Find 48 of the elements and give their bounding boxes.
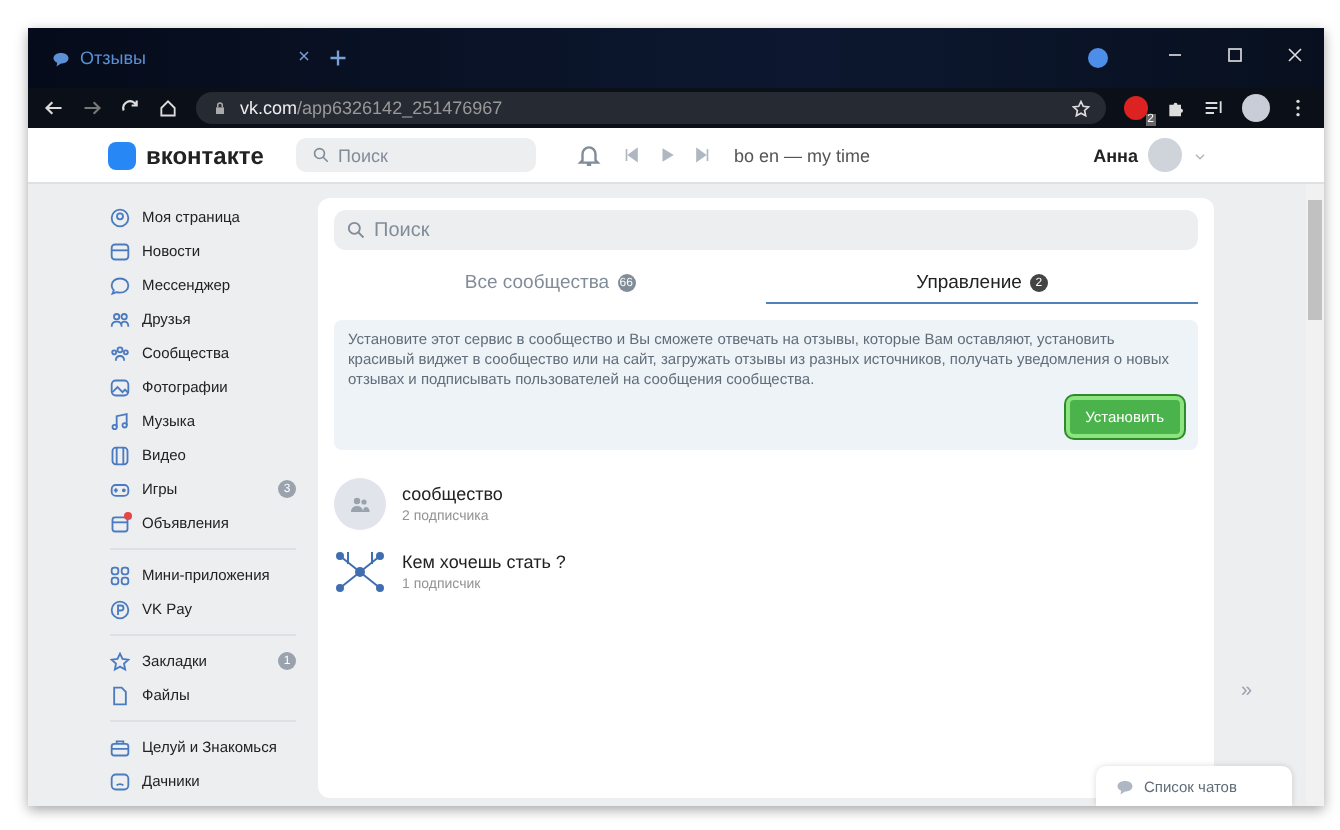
gamepad-icon	[110, 479, 130, 499]
speech-bubble-icon	[52, 49, 70, 67]
people-icon	[110, 309, 130, 329]
star-icon	[110, 651, 130, 671]
community-name[interactable]: сообщество	[402, 484, 503, 505]
scrollbar[interactable]	[1306, 184, 1324, 806]
profile-dot-icon[interactable]	[1088, 48, 1108, 68]
briefcase-icon	[110, 737, 130, 757]
play-icon	[658, 146, 676, 164]
home-icon	[158, 98, 178, 118]
maximize-icon	[1225, 46, 1243, 64]
back-icon	[44, 98, 64, 118]
new-tab-icon	[328, 48, 348, 68]
search-icon	[312, 146, 330, 164]
apps-grid-icon	[110, 565, 130, 585]
community-name[interactable]: Кем хочешь стать ?	[402, 552, 566, 573]
coin-icon	[110, 599, 130, 619]
logo-text[interactable]: вконтакте	[146, 141, 264, 169]
next-icon	[694, 146, 712, 164]
forward-icon	[82, 98, 102, 118]
previous-icon	[622, 146, 640, 164]
music-note-icon	[110, 411, 130, 431]
playlist-icon	[1204, 98, 1224, 118]
face-icon	[110, 771, 130, 791]
logo-icon[interactable]	[108, 141, 136, 169]
search-icon	[346, 220, 366, 240]
bookmark-star-icon	[1072, 99, 1090, 117]
address-bar[interactable]: vk.com/app6326142_251476967	[196, 92, 1106, 124]
close-tab-icon	[296, 48, 312, 64]
close-icon	[1285, 46, 1303, 64]
chat-bubble-icon	[110, 275, 130, 295]
film-icon	[110, 445, 130, 465]
track-title[interactable]: bo en — my time	[734, 145, 871, 165]
user-name[interactable]: Анна	[1093, 145, 1138, 165]
browser-tab[interactable]: Отзывы	[52, 46, 312, 70]
scrollbar-thumb[interactable]	[1308, 200, 1322, 320]
photo-icon	[110, 377, 130, 397]
puzzle-icon	[1166, 98, 1186, 118]
news-icon	[110, 241, 130, 261]
bell-icon	[576, 142, 602, 168]
people-icon	[348, 492, 372, 517]
profile-icon	[110, 207, 130, 227]
speech-bubble-icon	[1116, 777, 1134, 795]
avatar-circle[interactable]	[1242, 94, 1270, 122]
group-avatar[interactable]	[334, 478, 386, 531]
file-icon	[110, 685, 130, 705]
lock-icon	[212, 100, 228, 116]
group-icon	[110, 343, 130, 363]
